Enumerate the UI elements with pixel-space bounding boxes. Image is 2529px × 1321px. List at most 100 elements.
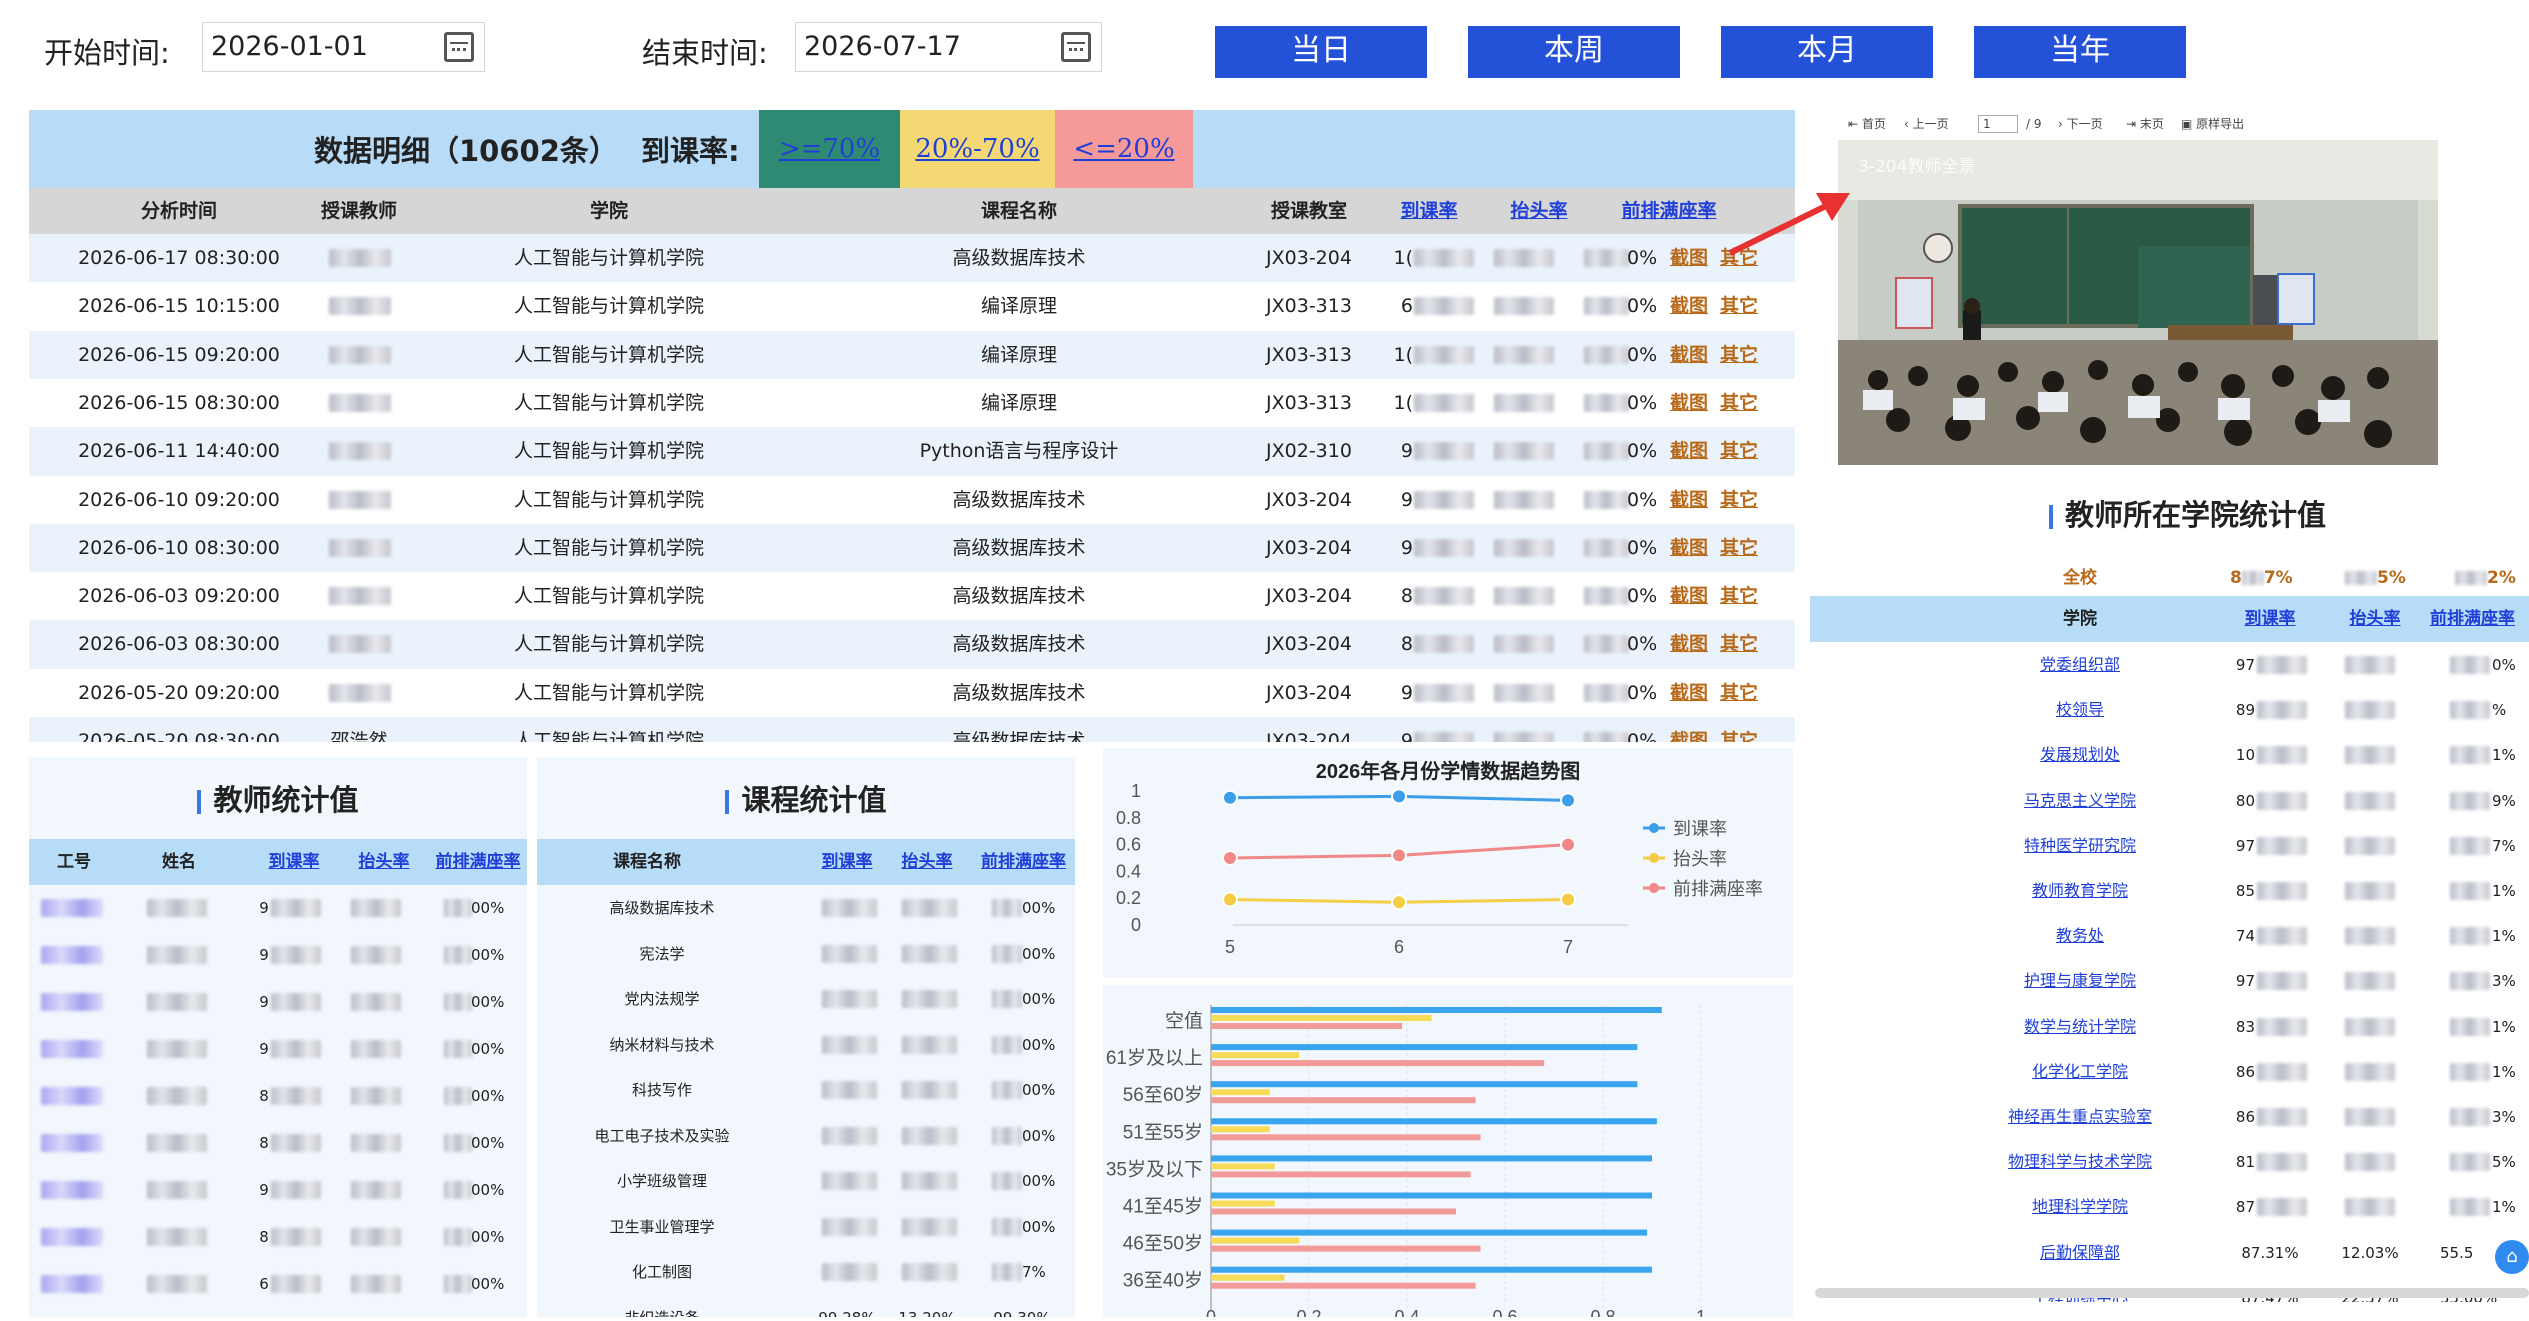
col-headup-rate[interactable]: 抬头率 — [2330, 596, 2420, 642]
teacher-row[interactable]: 9 00% — [29, 1167, 527, 1213]
detail-row[interactable]: 2026-06-10 09:20:00 人工智能与计算机学院 高级数据库技术 JX03… — [29, 475, 1795, 525]
next-page-button[interactable]: › 下一页 — [2058, 113, 2103, 135]
col-headup-rate[interactable]: 抬头率 — [882, 839, 972, 885]
detail-row[interactable]: 2026-05-20 08:30:00 邵浩然 人工智能与计算机学院 高级数据库技术 J… — [29, 717, 1795, 742]
other-link[interactable]: 其它 — [1719, 476, 1759, 525]
course-row[interactable]: 小学班级管理 00% — [537, 1158, 1075, 1204]
start-date-input[interactable]: 2026-01-01 — [202, 22, 485, 72]
college-link[interactable]: 校领导 — [1950, 687, 2210, 733]
screenshot-link[interactable]: 截图 — [1669, 620, 1709, 669]
college-row[interactable]: 校领导 89% — [1810, 687, 2529, 733]
college-row[interactable]: 神经再生重点实验室 86 3% — [1810, 1094, 2529, 1140]
detail-row[interactable]: 2026-06-15 09:20:00 人工智能与计算机学院 编译原理 JX03-31… — [29, 330, 1795, 380]
col-headup-rate[interactable]: 抬头率 — [339, 839, 429, 885]
calendar-icon[interactable] — [1061, 32, 1091, 62]
college-link[interactable]: 马克思主义学院 — [1950, 778, 2210, 824]
college-link[interactable]: 教师教育学院 — [1950, 868, 2210, 914]
detail-row[interactable]: 2026-05-20 09:20:00 人工智能与计算机学院 高级数据库技术 JX03… — [29, 668, 1795, 718]
other-link[interactable]: 其它 — [1719, 331, 1759, 380]
college-link[interactable]: 化学化工学院 — [1950, 1049, 2210, 1095]
this-year-button[interactable]: 当年 — [1974, 26, 2186, 78]
detail-row[interactable]: 2026-06-03 09:20:00 人工智能与计算机学院 高级数据库技术 JX03… — [29, 572, 1795, 622]
college-link[interactable]: 发展规划处 — [1950, 732, 2210, 778]
college-row[interactable]: 化学化工学院 86 1% — [1810, 1049, 2529, 1095]
teacher-row[interactable]: 6 00% — [29, 1261, 527, 1307]
legend-mid[interactable]: 20%-70% — [900, 110, 1055, 188]
other-link[interactable]: 其它 — [1719, 282, 1759, 331]
detail-row[interactable]: 2026-06-10 08:30:00 人工智能与计算机学院 高级数据库技术 JX03… — [29, 523, 1795, 573]
teacher-row[interactable]: 8 00% — [29, 1120, 527, 1166]
today-button[interactable]: 当日 — [1215, 26, 1427, 78]
course-row[interactable]: 化工制图 7% — [537, 1249, 1075, 1295]
last-page-button[interactable]: ⇥ 末页 — [2126, 113, 2164, 135]
college-link[interactable]: 教务处 — [1950, 913, 2210, 959]
college-row[interactable]: 物理科学与技术学院 81 5% — [1810, 1139, 2529, 1185]
teacher-row[interactable]: 9 00% — [29, 885, 527, 931]
other-link[interactable]: 其它 — [1719, 620, 1759, 669]
col-attendance-rate[interactable]: 到课率 — [802, 839, 892, 885]
prev-page-button[interactable]: ‹ 上一页 — [1904, 113, 1949, 135]
college-row[interactable]: 教务处 74 1% — [1810, 913, 2529, 959]
college-link[interactable]: 数学与统计学院 — [1950, 1004, 2210, 1050]
col-attendance-rate[interactable]: 到课率 — [1369, 188, 1489, 234]
first-page-button[interactable]: ⇤ 首页 — [1848, 113, 1886, 135]
teacher-row[interactable]: 8 00% — [29, 1073, 527, 1119]
legend-high[interactable]: >=70% — [759, 110, 900, 188]
other-link[interactable]: 其它 — [1719, 379, 1759, 428]
classroom-snapshot[interactable]: 3-204教师全景 — [1838, 140, 2438, 465]
college-link[interactable]: 护理与康复学院 — [1950, 958, 2210, 1004]
detail-row[interactable]: 2026-06-15 08:30:00 人工智能与计算机学院 编译原理 JX03-31… — [29, 378, 1795, 428]
end-date-input[interactable]: 2026-07-17 — [795, 22, 1102, 72]
course-row[interactable]: 电工电子技术及实验 00% — [537, 1113, 1075, 1159]
horizontal-scrollbar[interactable] — [1815, 1288, 2529, 1298]
screenshot-link[interactable]: 截图 — [1669, 427, 1709, 476]
page-number-input[interactable]: 1 — [1978, 115, 2018, 133]
other-link[interactable]: 其它 — [1719, 717, 1759, 742]
this-week-button[interactable]: 本周 — [1468, 26, 1680, 78]
screenshot-link[interactable]: 截图 — [1669, 331, 1709, 380]
course-row[interactable]: 党内法规学 00% — [537, 976, 1075, 1022]
col-front-row-rate[interactable]: 前排满座率 — [429, 839, 527, 885]
calendar-icon[interactable] — [444, 32, 474, 62]
detail-row[interactable]: 2026-06-03 08:30:00 人工智能与计算机学院 高级数据库技术 JX03… — [29, 620, 1795, 670]
course-row[interactable]: 非织造设备 99.28%13.20% 99.30% — [537, 1295, 1075, 1318]
screenshot-link[interactable]: 截图 — [1669, 524, 1709, 573]
college-row[interactable]: 党委组织部 97 0% — [1810, 642, 2529, 688]
export-button[interactable]: ▣ 原样导出 — [2181, 113, 2244, 135]
college-link[interactable]: 神经再生重点实验室 — [1950, 1094, 2210, 1140]
help-float-icon[interactable]: ⌂ — [2495, 1240, 2529, 1274]
this-month-button[interactable]: 本月 — [1721, 26, 1933, 78]
teacher-row[interactable]: 9 00% — [29, 932, 527, 978]
college-row[interactable]: 后勤保障部 87.31% 12.03% 55.5 — [1810, 1230, 2529, 1276]
detail-row[interactable]: 2026-06-17 08:30:00 人工智能与计算机学院 高级数据库技术 JX03… — [29, 234, 1795, 283]
other-link[interactable]: 其它 — [1719, 669, 1759, 718]
teacher-row[interactable]: 9 00% — [29, 1026, 527, 1072]
screenshot-link[interactable]: 截图 — [1669, 476, 1709, 525]
col-attendance-rate[interactable]: 到课率 — [249, 839, 339, 885]
teacher-row[interactable]: 9 00% — [29, 979, 527, 1025]
college-link[interactable]: 党委组织部 — [1950, 642, 2210, 688]
screenshot-link[interactable]: 截图 — [1669, 379, 1709, 428]
detail-row[interactable]: 2026-06-15 10:15:00 人工智能与计算机学院 编译原理 JX03-31… — [29, 282, 1795, 332]
other-link[interactable]: 其它 — [1719, 524, 1759, 573]
college-row[interactable]: 发展规划处 10 1% — [1810, 732, 2529, 778]
college-row[interactable]: 地理科学学院 87 1% — [1810, 1184, 2529, 1230]
college-link[interactable]: 地理科学学院 — [1950, 1184, 2210, 1230]
college-row[interactable]: 马克思主义学院 80 9% — [1810, 778, 2529, 824]
college-link[interactable]: 物理科学与技术学院 — [1950, 1139, 2210, 1185]
screenshot-link[interactable]: 截图 — [1669, 717, 1709, 742]
other-link[interactable]: 其它 — [1719, 572, 1759, 621]
screenshot-link[interactable]: 截图 — [1669, 282, 1709, 331]
college-row[interactable]: 数学与统计学院 83 1% — [1810, 1004, 2529, 1050]
col-front-row-rate[interactable]: 前排满座率 — [2430, 596, 2529, 642]
college-link[interactable]: 后勤保障部 — [1950, 1230, 2210, 1276]
course-row[interactable]: 科技写作 00% — [537, 1067, 1075, 1113]
college-link[interactable]: 特种医学研究院 — [1950, 823, 2210, 869]
college-row[interactable]: 特种医学研究院 97 7% — [1810, 823, 2529, 869]
screenshot-link[interactable]: 截图 — [1669, 234, 1709, 283]
legend-low[interactable]: <=20% — [1055, 110, 1193, 188]
col-attendance-rate[interactable]: 到课率 — [2225, 596, 2315, 642]
course-row[interactable]: 纳米材料与技术 00% — [537, 1022, 1075, 1068]
course-row[interactable]: 高级数据库技术 00% — [537, 885, 1075, 931]
course-row[interactable]: 宪法学 00% — [537, 931, 1075, 977]
